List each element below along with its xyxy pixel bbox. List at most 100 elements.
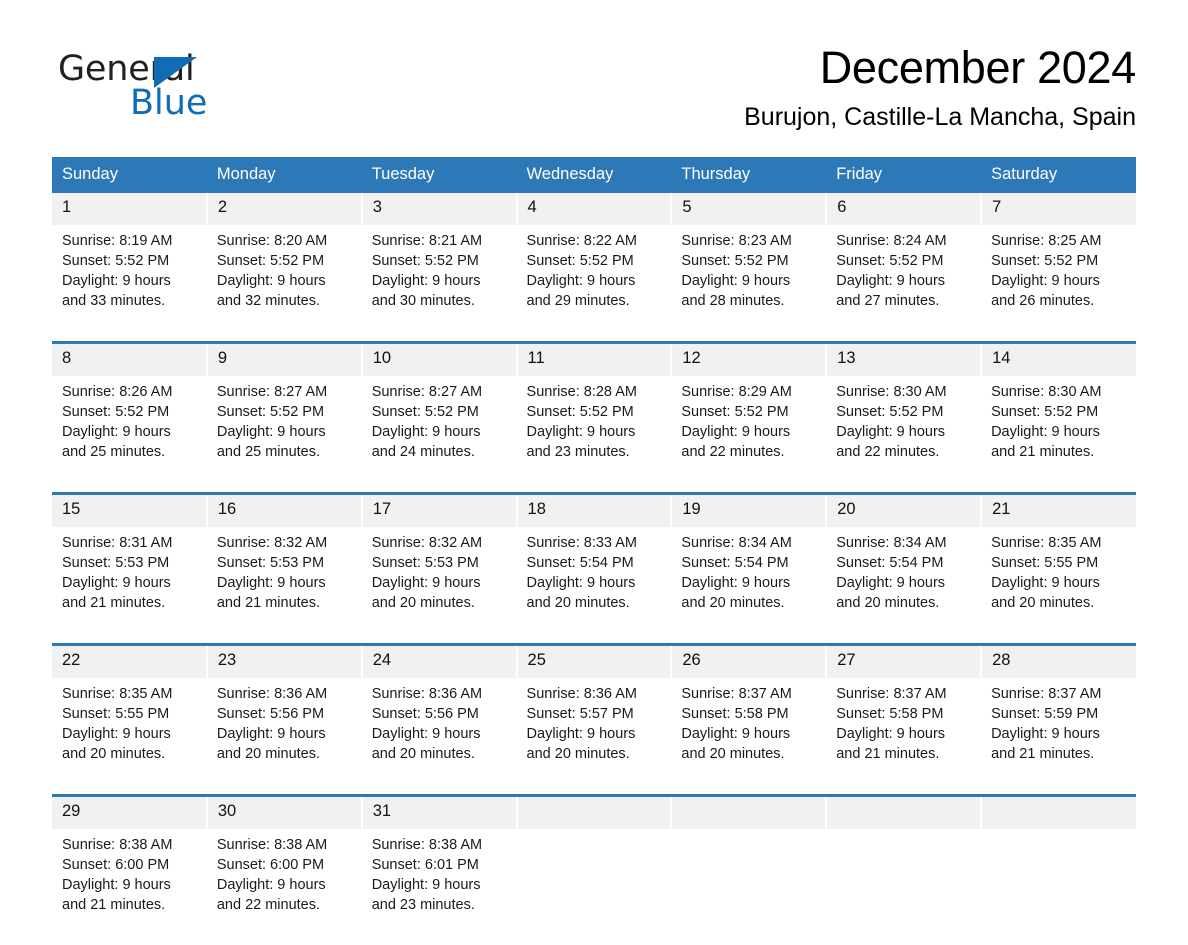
day-details-cell: Sunrise: 8:25 AM Sunset: 5:52 PM Daylight:… <box>981 225 1136 341</box>
day-number-cell[interactable]: 11 <box>516 344 673 376</box>
day-sunrise-text: Sunrise: 8:30 AM <box>991 384 1102 400</box>
day-number-cell[interactable]: 27 <box>826 646 983 678</box>
table-row: Sunrise: 8:35 AM Sunset: 5:55 PM Daylight:… <box>52 678 1136 794</box>
day-daylight-1-text: Daylight: 9 hours <box>681 273 791 289</box>
day-daylight-1-text: Daylight: 9 hours <box>62 273 171 289</box>
day-sunrise-text: Sunrise: 8:23 AM <box>681 233 792 249</box>
day-number-cell[interactable]: 3 <box>361 193 518 225</box>
day-sunset-text: Sunset: 5:54 PM <box>836 555 944 571</box>
day-daylight-2-text: and 20 minutes. <box>526 595 630 611</box>
day-number-cell[interactable]: 24 <box>361 646 518 678</box>
day-sunset-text: Sunset: 5:52 PM <box>371 253 479 269</box>
day-daylight-1-text: Daylight: 9 hours <box>836 575 946 591</box>
day-sunset-text: Sunset: 5:53 PM <box>62 555 170 571</box>
day-sunrise-text: Sunrise: 8:34 AM <box>681 535 792 551</box>
day-number-cell[interactable]: 10 <box>361 344 518 376</box>
day-details-cell: Sunrise: 8:19 AM Sunset: 5:52 PM Daylight:… <box>52 225 207 341</box>
day-sunrise-text: Sunrise: 8:31 AM <box>62 535 173 551</box>
day-number-cell[interactable]: 4 <box>516 193 673 225</box>
day-details-cell: Sunrise: 8:37 AM Sunset: 5:59 PM Daylight:… <box>981 678 1136 794</box>
day-sunrise-text: Sunrise: 8:19 AM <box>62 233 173 249</box>
day-daylight-2-text: and 33 minutes. <box>62 293 166 309</box>
day-number-cell[interactable]: 19 <box>671 495 828 527</box>
day-daylight-2-text: and 22 minutes. <box>216 897 321 913</box>
day-daylight-2-text: and 21 minutes. <box>836 746 940 762</box>
day-sunrise-text: Sunrise: 8:24 AM <box>836 233 947 249</box>
day-sunrise-text: Sunrise: 8:38 AM <box>371 837 483 853</box>
day-number-cell[interactable]: 1 <box>52 193 208 225</box>
day-sunrise-text: Sunrise: 8:32 AM <box>371 535 483 551</box>
day-daylight-2-text: and 21 minutes. <box>991 746 1095 762</box>
day-number-cell[interactable]: 22 <box>52 646 208 678</box>
day-number-cell[interactable]: 8 <box>52 344 208 376</box>
day-details-cell: Sunrise: 8:20 AM Sunset: 5:52 PM Daylight:… <box>206 225 362 341</box>
day-sunset-text: Sunset: 6:00 PM <box>62 857 170 873</box>
weekday-header-tuesday: Tuesday <box>361 157 517 193</box>
day-details-cell: Sunrise: 8:36 AM Sunset: 5:56 PM Daylight:… <box>361 678 517 794</box>
empty-day-cell <box>826 797 983 829</box>
day-daylight-2-text: and 20 minutes. <box>991 595 1095 611</box>
day-sunrise-text: Sunrise: 8:20 AM <box>216 233 328 249</box>
day-number-cell[interactable]: 18 <box>516 495 673 527</box>
day-daylight-1-text: Daylight: 9 hours <box>371 726 481 742</box>
day-daylight-2-text: and 20 minutes. <box>836 595 940 611</box>
day-number-cell[interactable]: 31 <box>361 797 518 829</box>
day-details-cell: Sunrise: 8:38 AM Sunset: 6:01 PM Daylight:… <box>361 829 517 945</box>
day-number-cell[interactable]: 7 <box>981 193 1136 225</box>
day-number-cell[interactable]: 17 <box>361 495 518 527</box>
day-number-cell[interactable]: 25 <box>516 646 673 678</box>
day-details-cell: Sunrise: 8:35 AM Sunset: 5:55 PM Daylight:… <box>981 527 1136 643</box>
general-blue-logo: General Blue <box>58 52 318 124</box>
day-number-cell[interactable]: 13 <box>826 344 983 376</box>
day-daylight-2-text: and 32 minutes. <box>216 293 321 309</box>
day-number-cell[interactable]: 26 <box>671 646 828 678</box>
day-daylight-1-text: Daylight: 9 hours <box>216 726 326 742</box>
day-sunrise-text: Sunrise: 8:22 AM <box>526 233 637 249</box>
empty-details-cell <box>826 829 982 945</box>
day-number-cell[interactable]: 9 <box>206 344 363 376</box>
day-number-cell[interactable]: 5 <box>671 193 828 225</box>
day-daylight-1-text: Daylight: 9 hours <box>371 424 481 440</box>
table-row: Sunrise: 8:26 AM Sunset: 5:52 PM Daylight:… <box>52 376 1136 492</box>
day-number-cell[interactable]: 15 <box>52 495 208 527</box>
weekday-header-sunday: Sunday <box>52 157 207 193</box>
day-sunrise-text: Sunrise: 8:32 AM <box>216 535 328 551</box>
day-number-cell[interactable]: 30 <box>206 797 363 829</box>
day-sunset-text: Sunset: 5:52 PM <box>991 253 1099 269</box>
day-number-cell[interactable]: 20 <box>826 495 983 527</box>
day-sunrise-text: Sunrise: 8:25 AM <box>991 233 1102 249</box>
day-daylight-2-text: and 20 minutes. <box>371 746 475 762</box>
day-number-cell[interactable]: 28 <box>981 646 1136 678</box>
day-details-cell: Sunrise: 8:27 AM Sunset: 5:52 PM Daylight:… <box>206 376 362 492</box>
day-daylight-1-text: Daylight: 9 hours <box>526 424 636 440</box>
day-number-cell[interactable]: 16 <box>206 495 363 527</box>
day-daylight-2-text: and 27 minutes. <box>836 293 940 309</box>
day-number-cell[interactable]: 23 <box>206 646 363 678</box>
day-number-cell[interactable]: 14 <box>981 344 1136 376</box>
day-sunset-text: Sunset: 5:52 PM <box>62 253 170 269</box>
day-number-cell[interactable]: 2 <box>206 193 363 225</box>
calendar-body: 1 2 3 4 5 6 7 Sunrise: 8:19 AM Sunset: 5:52 PM Da… <box>52 193 1136 945</box>
day-daylight-1-text: Daylight: 9 hours <box>371 273 481 289</box>
day-daylight-1-text: Daylight: 9 hours <box>991 424 1100 440</box>
day-details-cell: Sunrise: 8:30 AM Sunset: 5:52 PM Daylight:… <box>826 376 982 492</box>
day-number-cell[interactable]: 6 <box>826 193 983 225</box>
day-daylight-2-text: and 20 minutes. <box>62 746 166 762</box>
day-daylight-2-text: and 20 minutes. <box>526 746 630 762</box>
weekday-header-friday: Friday <box>826 157 982 193</box>
day-details-cell: Sunrise: 8:24 AM Sunset: 5:52 PM Daylight:… <box>826 225 982 341</box>
empty-day-cell <box>516 797 673 829</box>
day-sunset-text: Sunset: 5:53 PM <box>371 555 479 571</box>
location-subtitle: Burujon, Castille-La Mancha, Spain <box>744 103 1136 132</box>
day-number-cell[interactable]: 29 <box>52 797 208 829</box>
day-daylight-1-text: Daylight: 9 hours <box>62 726 171 742</box>
day-daylight-2-text: and 25 minutes. <box>62 444 166 460</box>
day-daylight-1-text: Daylight: 9 hours <box>371 877 481 893</box>
day-number-cell[interactable]: 12 <box>671 344 828 376</box>
day-daylight-1-text: Daylight: 9 hours <box>216 424 326 440</box>
day-details-cell: Sunrise: 8:37 AM Sunset: 5:58 PM Daylight:… <box>671 678 827 794</box>
day-daylight-2-text: and 20 minutes. <box>681 746 785 762</box>
day-sunrise-text: Sunrise: 8:26 AM <box>62 384 173 400</box>
day-daylight-2-text: and 28 minutes. <box>681 293 785 309</box>
day-number-cell[interactable]: 21 <box>981 495 1136 527</box>
